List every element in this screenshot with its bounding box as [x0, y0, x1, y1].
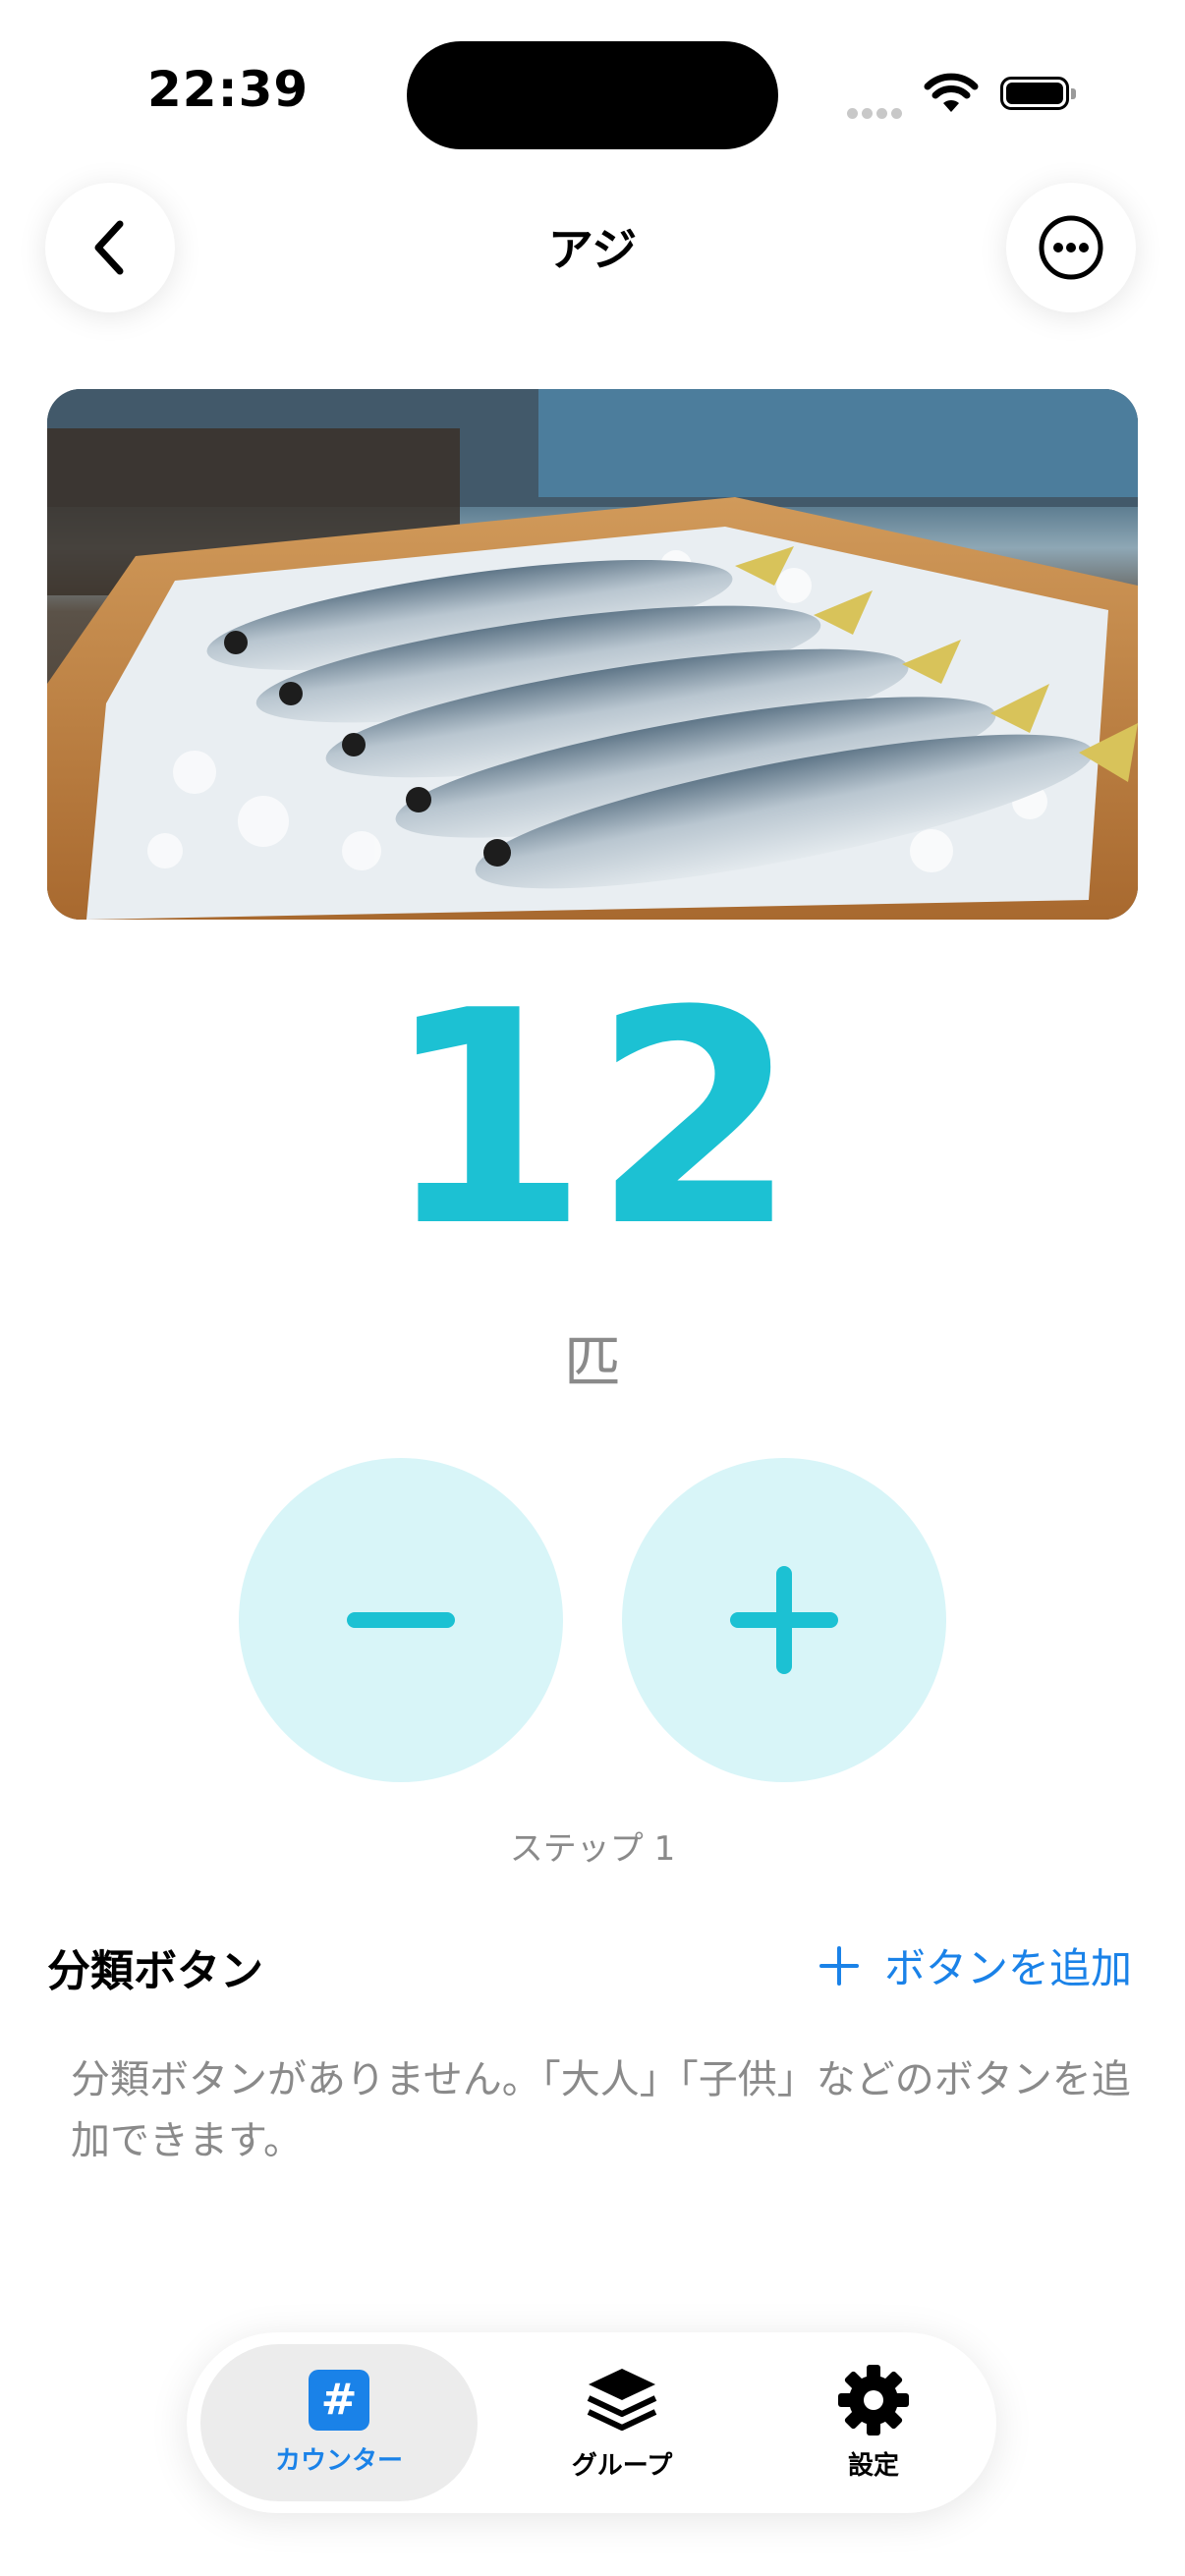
- status-time: 22:39: [147, 61, 310, 118]
- counter-value: 12: [383, 948, 802, 1291]
- plus-icon: [730, 1566, 838, 1674]
- empty-state-message: 分類ボタンがありません。「大人」「子供」などのボタンを追加できます。: [71, 2057, 1131, 2163]
- add-button-label: ボタンを追加: [884, 1944, 1133, 1992]
- wifi-icon: [924, 73, 979, 118]
- section-title: 分類ボタン: [47, 1946, 263, 1996]
- counter-unit: 匹: [563, 1329, 621, 1396]
- gear-icon: [838, 2364, 909, 2436]
- layers-icon: [587, 2368, 657, 2431]
- tab-bar: # カウンター グループ 設定: [187, 2332, 996, 2513]
- tab-label: カウンター: [274, 2445, 403, 2476]
- step-label: ステップ 1: [509, 1829, 676, 1869]
- tab-group[interactable]: グループ: [499, 2344, 745, 2501]
- hash-icon: #: [309, 2369, 369, 2431]
- plus-icon: [819, 1945, 859, 1986]
- add-button[interactable]: ボタンを追加: [819, 1935, 1132, 1995]
- decrement-button[interactable]: [239, 1458, 563, 1782]
- dynamic-island: [407, 41, 778, 149]
- tab-counter[interactable]: # カウンター: [200, 2344, 478, 2501]
- tab-label: グループ: [571, 2450, 673, 2481]
- fish-photo: [47, 389, 1138, 920]
- ellipsis-circle-icon: [1039, 215, 1103, 280]
- more-options-button[interactable]: [1006, 183, 1136, 312]
- minus-icon: [347, 1612, 455, 1628]
- tab-settings[interactable]: 設定: [751, 2344, 996, 2501]
- cellular-signal-icon: [847, 104, 906, 123]
- battery-icon: [1000, 77, 1076, 110]
- increment-button[interactable]: [622, 1458, 946, 1782]
- tab-label: 設定: [847, 2450, 899, 2481]
